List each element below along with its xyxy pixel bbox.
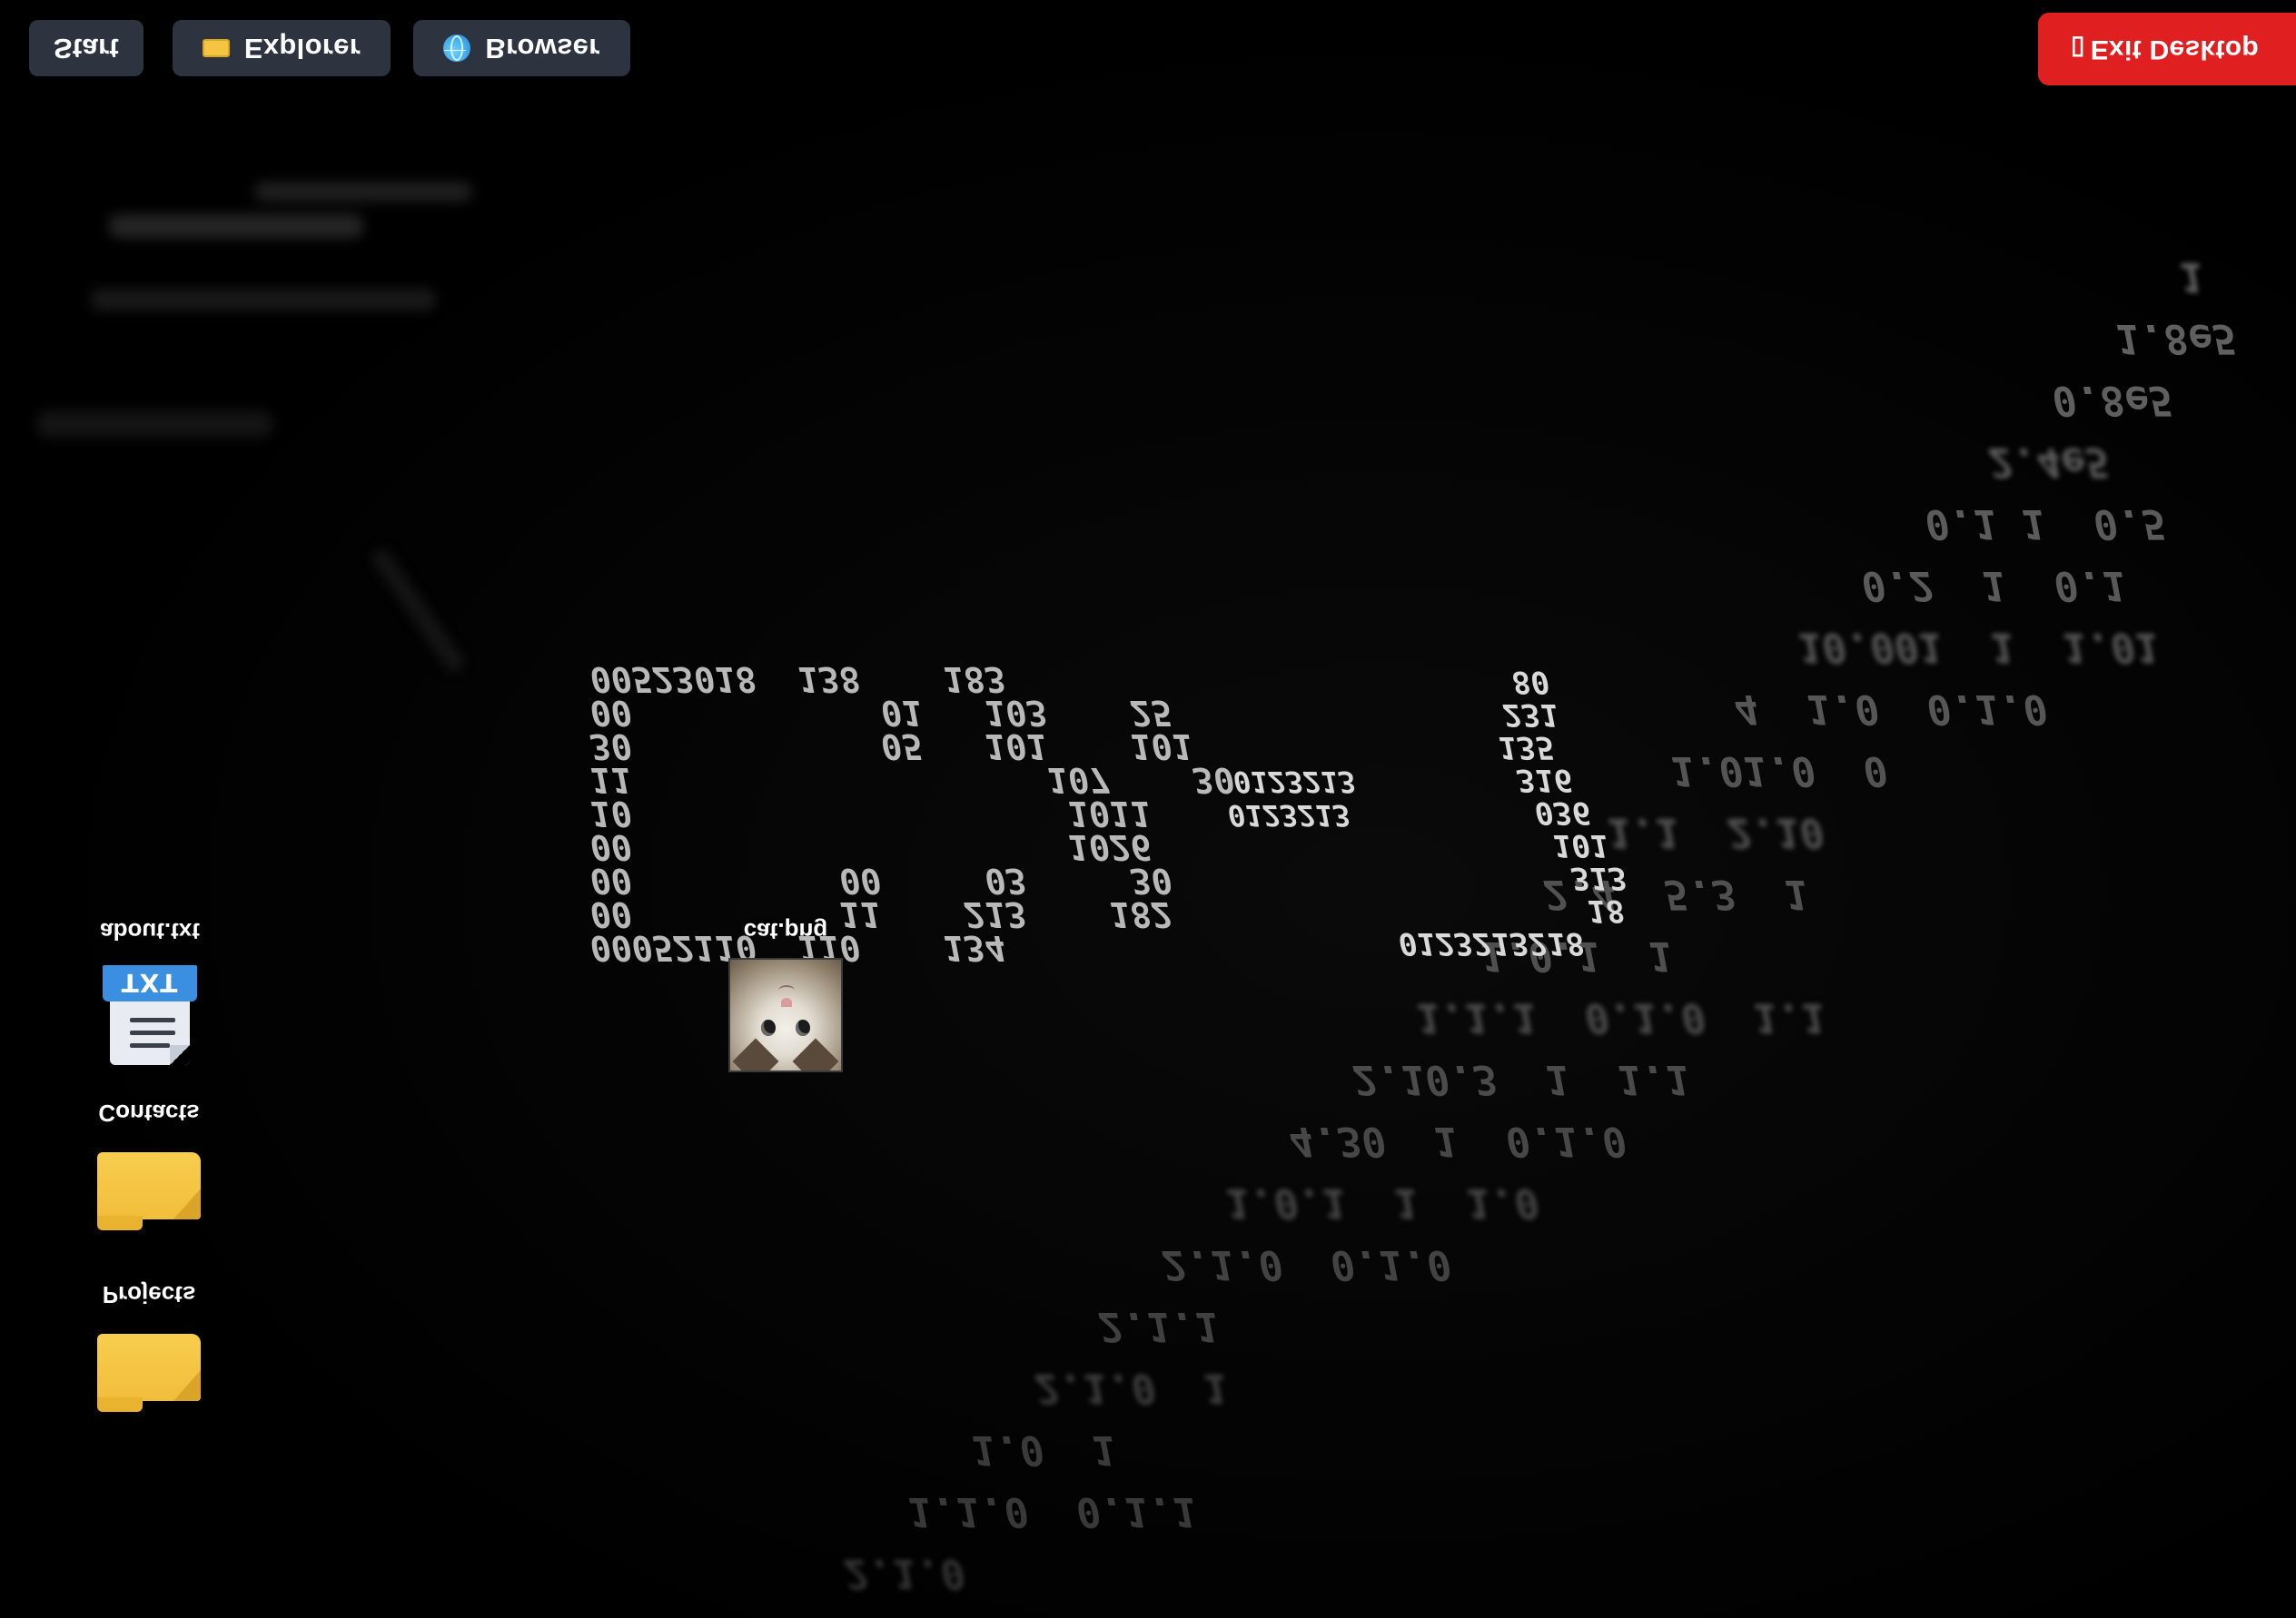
wallpaper-digits: 00 01 103 25 [590,693,1173,733]
wallpaper-digit-block: 00523018 138 18300 01 103 2530 05 101 10… [589,659,1234,968]
explorer-button[interactable]: Explorer [173,20,391,76]
wallpaper-digits: 2.1.0 1 [1034,1365,1228,1411]
folder-tab [97,1397,143,1412]
cat-mouth [778,985,795,996]
wallpaper-digits: 0123213218 [1399,925,1585,962]
wallpaper-digits: 80 [1512,664,1549,700]
wallpaper-digits: 1.1.1 0.1.0 1.1 [1417,994,1826,1041]
start-button[interactable]: Start [29,20,144,76]
wallpaper-digits: 00 11 213 182 [590,894,1173,934]
wallpaper-digits: 2.1.0 0.1.0 [1162,1241,1451,1287]
cat-eye [796,1020,810,1036]
wallpaper-digits: 2.1.1 [1098,1303,1219,1349]
wallpaper-digits: 30 05 101 101 [589,726,1193,766]
desktop-icon-contacts[interactable]: Contacts [87,1099,211,1232]
desktop-icon-about-txt[interactable]: about.txt TXT [89,917,211,1067]
text-line [130,1018,175,1022]
cat-ear [792,1038,839,1070]
desktop-icon-projects[interactable]: Projects [87,1280,211,1414]
wallpaper-digits: 2.4 5.3 1 [1543,871,1808,917]
text-line [130,1043,170,1048]
wallpaper-digits: 0.1 1 0.5 [1925,500,2166,547]
exit-desktop-button[interactable]: ▯ Exit Desktop [2038,13,2296,85]
start-button-label: Start [53,33,120,64]
wallpaper-right-column: 80231135316036101313180123213218 [1399,664,1627,962]
wallpaper-digits: 1.01.0 0 [1671,747,1887,794]
wallpaper-digits: 00523018 138 183 [590,659,1006,699]
cat-nose [781,998,792,1007]
wallpaper-digits: 0123213 [1228,798,1351,833]
wallpaper-art: 00523018 138 18300 01 103 2530 05 101 10… [36,182,2236,1596]
desktop-icon-label: about.txt [100,918,200,945]
exit-glyph-icon: ▯ [2071,35,2085,64]
wallpaper-digits: 316 [1516,762,1572,798]
wallpaper-digits: 00 00 03 30 [590,861,1173,901]
wallpaper: 00523018 138 183 00 01 103 25 30 05 101 10… [0,0,2296,1618]
wallpaper-digits: 4.30 1 0.1.0 [1290,1118,1627,1164]
desktop-icon-label: Projects [102,1281,196,1308]
txt-badge: TXT [103,965,197,1001]
wallpaper-digits: 2.1.0 [844,1550,965,1596]
folder-icon [97,1334,201,1414]
wallpaper-digits: 1.1.0 0.1.1 [908,1488,1197,1534]
wallpaper-digits: 1.0 1 [972,1426,1116,1473]
wallpaper-digits: 1.1 2.10 [1608,809,1824,855]
exit-desktop-label: Exit Desktop [2090,35,2260,64]
wallpaper-digits: 2.4e5 [1988,439,2109,485]
wallpaper-digits: 10 1011 [590,794,1152,834]
folder-icon [97,1152,201,1232]
text-line [130,1031,175,1035]
desktop-icon-label: Contacts [98,1100,200,1127]
wallpaper-blur-left [36,182,472,673]
folder-icon [202,39,230,57]
wallpaper-digits: 2.10.3 1 1.1 [1352,1056,1690,1102]
wallpaper-digits: 231 [1502,696,1559,733]
wallpaper-digits: 1.0.1 1 [1480,932,1673,979]
cat-ear [732,1038,779,1070]
cat-image-thumbnail [728,958,843,1072]
text-file-icon: TXT [103,965,197,1067]
wallpaper-digits: 0123213 [1233,765,1356,799]
cat-eye [761,1020,776,1036]
wallpaper-digits: 1 [2180,253,2204,300]
wallpaper-digits: 101 [1553,827,1608,863]
wallpaper-digits: 036 [1535,794,1590,831]
wallpaper-digits: 4 1.0 0.1.0 [1735,686,2047,732]
browser-button[interactable]: Browser [413,20,630,76]
wallpaper-digits: 313 [1570,860,1627,896]
wallpaper-digits: 10.001 1 1.01 [1798,624,2159,670]
wallpaper-digits: 11 107 30 [590,760,1234,800]
wallpaper-digits: 135 [1499,729,1554,765]
browser-button-label: Browser [485,33,600,64]
explorer-button-label: Explorer [243,33,361,64]
wallpaper-digits: 1.0.1 1 1.0 [1226,1179,1539,1226]
wallpaper-digits: 1.8e5 [2116,315,2236,361]
wallpaper-digits: 00 1026 [590,827,1152,867]
desktop: 00523018 138 183 00 01 103 25 30 05 101 10… [0,0,2296,1618]
wallpaper-mid-digits: 01232130123213 [1228,765,1356,833]
wallpaper-digits: 0.2 1 0.1 [1862,562,2126,608]
desktop-icon-cat-png[interactable]: cat.png [718,917,854,1072]
folder-tab [97,1216,143,1230]
wallpaper-diagonal-streak: 1 1.8e5 0.8e5 2.4e5 0.1 1 0.5 0.2 1 0.1 10.001… [844,253,2236,1596]
globe-icon [443,35,471,62]
wallpaper-digits: 0.8e5 [2053,377,2172,423]
wallpaper-digits: 18 [1588,893,1625,929]
desktop-icon-label: cat.png [743,918,828,945]
